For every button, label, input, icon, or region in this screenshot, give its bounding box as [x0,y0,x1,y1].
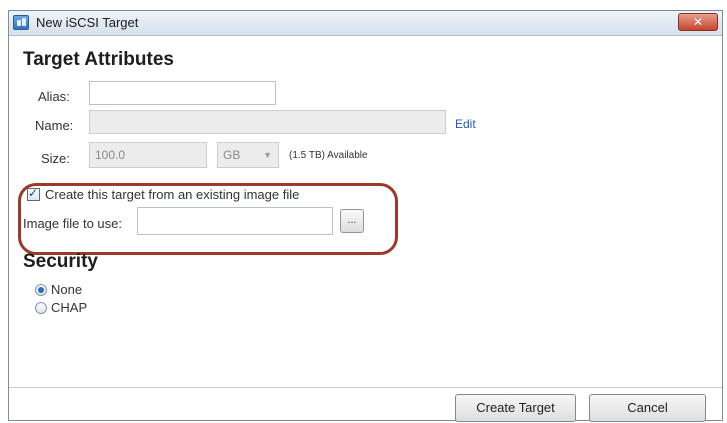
size-unit-select[interactable]: GB ▼ [217,142,279,168]
create-from-image-checkbox[interactable]: ✓ [27,186,40,201]
window-title: New iSCSI Target [36,15,139,30]
size-unit-value: GB [223,148,241,162]
size-input[interactable]: 100.0 [89,142,207,168]
close-button[interactable]: ✕ [678,13,718,31]
name-input[interactable] [89,110,446,134]
browse-button[interactable]: ... [340,209,364,233]
alias-label: Alias: [38,89,70,104]
checkmark-icon: ✓ [28,186,39,200]
title-bar: New iSCSI Target ✕ [9,11,722,36]
edit-name-link[interactable]: Edit [455,117,476,131]
footer-separator [9,387,722,388]
security-heading: Security [23,251,98,272]
close-icon: ✕ [692,15,704,29]
cancel-button[interactable]: Cancel [589,394,706,422]
alias-input[interactable] [89,81,276,105]
target-attributes-heading: Target Attributes [23,49,174,70]
available-space-text: (1.5 TB) Available [289,150,368,161]
security-chap-label[interactable]: CHAP [51,300,87,315]
security-none-radio[interactable] [35,284,47,296]
security-none-label[interactable]: None [51,282,82,297]
create-from-image-label[interactable]: Create this target from an existing imag… [45,187,299,202]
security-chap-radio[interactable] [35,302,47,314]
name-label: Name: [35,118,74,133]
create-target-button[interactable]: Create Target [455,394,576,422]
chevron-down-icon: ▼ [263,150,272,160]
iscsi-app-icon [13,15,29,30]
size-label: Size: [41,151,70,166]
new-iscsi-target-dialog: New iSCSI Target ✕ Target Attributes Ali… [8,10,723,422]
image-file-label: Image file to use: [23,216,122,231]
image-file-input[interactable] [137,207,333,235]
